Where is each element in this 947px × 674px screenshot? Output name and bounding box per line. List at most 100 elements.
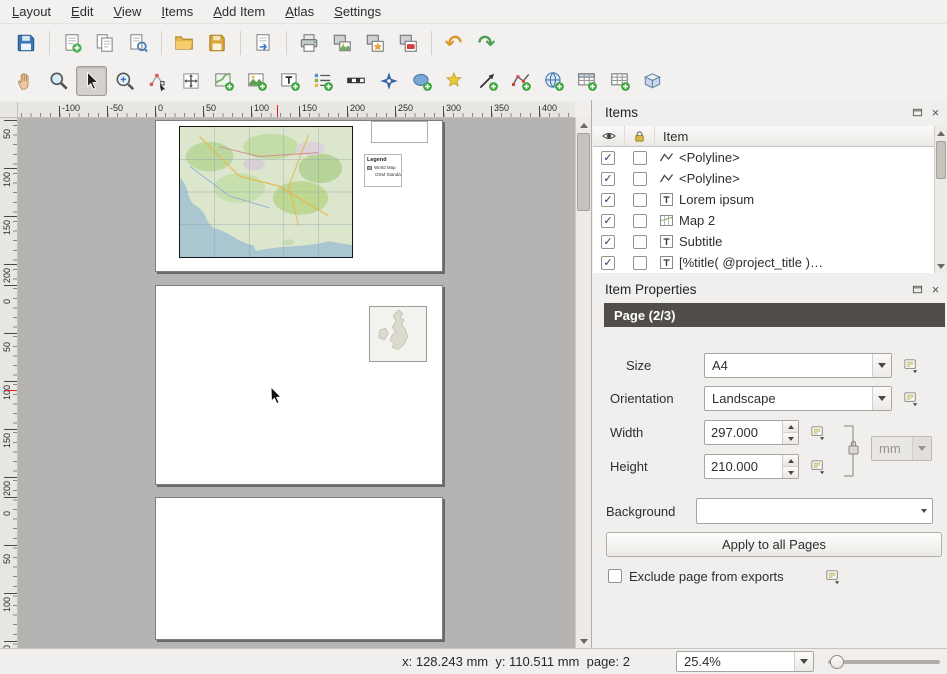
save-button[interactable] xyxy=(10,28,41,58)
float-panel-button[interactable] xyxy=(911,283,924,296)
menu-add-item[interactable]: Add Item xyxy=(203,1,275,22)
export-svg-button[interactable] xyxy=(359,28,390,58)
layout-manager-button[interactable] xyxy=(122,28,153,58)
items-list-scrollbar[interactable] xyxy=(934,126,947,273)
combo-arrow-button[interactable] xyxy=(872,354,891,377)
move-content-tool-button[interactable] xyxy=(175,66,206,96)
layout-canvas[interactable]: Legend World Map OSM Standard xyxy=(18,118,575,648)
lock-aspect-ratio-link[interactable] xyxy=(842,424,860,478)
export-image-button[interactable] xyxy=(326,28,357,58)
layout-page-1[interactable]: Legend World Map OSM Standard xyxy=(155,120,443,272)
close-panel-button[interactable]: × xyxy=(929,106,942,119)
menu-items[interactable]: Items xyxy=(151,1,203,22)
lock-checkbox[interactable] xyxy=(633,172,647,186)
undo-button[interactable]: ↶ xyxy=(438,28,469,58)
open-folder-button[interactable] xyxy=(168,28,199,58)
background-color-button[interactable] xyxy=(696,498,933,524)
apply-to-all-pages-button[interactable]: Apply to all Pages xyxy=(606,532,942,557)
items-table-row[interactable]: Subtitle xyxy=(593,231,934,252)
spin-up-button[interactable] xyxy=(783,421,798,433)
scroll-up-button[interactable] xyxy=(576,118,591,132)
combo-arrow-button[interactable] xyxy=(872,387,891,410)
orientation-combo[interactable]: Landscape xyxy=(704,386,892,411)
scrollbar-thumb[interactable] xyxy=(936,141,946,179)
add-attribute-table-tool-button[interactable] xyxy=(571,66,602,96)
select-move-item-tool-button[interactable] xyxy=(76,66,107,96)
exclude-page-checkbox[interactable] xyxy=(608,569,622,583)
spin-up-button[interactable] xyxy=(783,455,798,467)
visibility-column-header[interactable] xyxy=(593,126,625,146)
lock-checkbox[interactable] xyxy=(633,151,647,165)
add-scalebar-tool-button[interactable] xyxy=(340,66,371,96)
layout-page-2[interactable] xyxy=(155,285,443,485)
width-spinbox[interactable]: 297.000 xyxy=(704,420,799,445)
zoom-level-combo[interactable]: 25.4% xyxy=(676,651,814,672)
items-table-row[interactable]: <Polyline> xyxy=(593,147,934,168)
zoom-tool-button[interactable] xyxy=(43,66,74,96)
new-layout-button[interactable] xyxy=(56,28,87,58)
page-section-header[interactable]: Page (2/3) xyxy=(604,303,945,327)
height-data-defined-button[interactable] xyxy=(807,455,830,477)
height-spinbox[interactable]: 210.000 xyxy=(704,454,799,479)
size-data-defined-button[interactable] xyxy=(900,354,923,376)
visibility-checkbox[interactable] xyxy=(601,151,615,165)
add-map-tool-button[interactable] xyxy=(208,66,239,96)
scroll-up-button[interactable] xyxy=(935,126,947,140)
save-as-template-button[interactable] xyxy=(201,28,232,58)
width-data-defined-button[interactable] xyxy=(807,421,830,443)
edit-nodes-tool-button[interactable] xyxy=(142,66,173,96)
lock-column-header[interactable] xyxy=(625,126,655,146)
zoom-slider[interactable] xyxy=(828,651,940,672)
map-item[interactable] xyxy=(179,126,353,258)
add-picture-tool-button[interactable] xyxy=(241,66,272,96)
add-north-arrow-tool-button[interactable] xyxy=(373,66,404,96)
lock-checkbox[interactable] xyxy=(633,193,647,207)
scroll-down-button[interactable] xyxy=(935,259,947,273)
visibility-checkbox[interactable] xyxy=(601,235,615,249)
items-table-row[interactable]: Map 2 xyxy=(593,210,934,231)
legend-item[interactable]: Legend World Map OSM Standard xyxy=(364,154,402,187)
lock-checkbox[interactable] xyxy=(633,214,647,228)
menu-view[interactable]: View xyxy=(103,1,151,22)
lock-checkbox[interactable] xyxy=(633,235,647,249)
size-combo[interactable]: A4 xyxy=(704,353,892,378)
visibility-checkbox[interactable] xyxy=(601,256,615,270)
add-node-item-tool-button[interactable] xyxy=(505,66,536,96)
visibility-checkbox[interactable] xyxy=(601,193,615,207)
zoom-slider-handle[interactable] xyxy=(830,655,844,669)
visibility-checkbox[interactable] xyxy=(601,214,615,228)
menu-atlas[interactable]: Atlas xyxy=(275,1,324,22)
scrollbar-thumb[interactable] xyxy=(577,133,590,211)
add-marker-tool-button[interactable] xyxy=(439,66,470,96)
add-html-tool-button[interactable] xyxy=(538,66,569,96)
zoom-full-tool-button[interactable] xyxy=(109,66,140,96)
add-shape-tool-button[interactable] xyxy=(406,66,437,96)
add-arrow-tool-button[interactable] xyxy=(472,66,503,96)
canvas-vertical-scrollbar[interactable] xyxy=(575,118,591,648)
add-items-from-template-button[interactable] xyxy=(247,28,278,58)
add-fixed-table-tool-button[interactable] xyxy=(604,66,635,96)
title-text-item[interactable] xyxy=(371,121,428,143)
overview-map-item[interactable] xyxy=(369,306,427,362)
pan-tool-button[interactable] xyxy=(10,66,41,96)
menu-settings[interactable]: Settings xyxy=(324,1,391,22)
duplicate-layout-button[interactable] xyxy=(89,28,120,58)
add-legend-tool-button[interactable] xyxy=(307,66,338,96)
visibility-checkbox[interactable] xyxy=(601,172,615,186)
print-button[interactable] xyxy=(293,28,324,58)
items-table-row[interactable]: Lorem ipsum xyxy=(593,189,934,210)
item-column-header[interactable]: Item xyxy=(655,129,934,144)
float-panel-button[interactable] xyxy=(911,106,924,119)
export-pdf-button[interactable] xyxy=(392,28,423,58)
items-table-row[interactable]: <Polyline> xyxy=(593,168,934,189)
items-table-row[interactable]: [%title( @project_title )… xyxy=(593,252,934,273)
scroll-down-button[interactable] xyxy=(576,634,591,648)
menu-edit[interactable]: Edit xyxy=(61,1,103,22)
spin-down-button[interactable] xyxy=(783,467,798,478)
redo-button[interactable]: ↷ xyxy=(471,28,502,58)
close-panel-button[interactable]: × xyxy=(929,283,942,296)
lock-checkbox[interactable] xyxy=(633,256,647,270)
combo-arrow-button[interactable] xyxy=(794,652,813,671)
color-dropdown-arrow[interactable] xyxy=(916,499,932,523)
menu-layout[interactable]: Layout xyxy=(2,1,61,22)
